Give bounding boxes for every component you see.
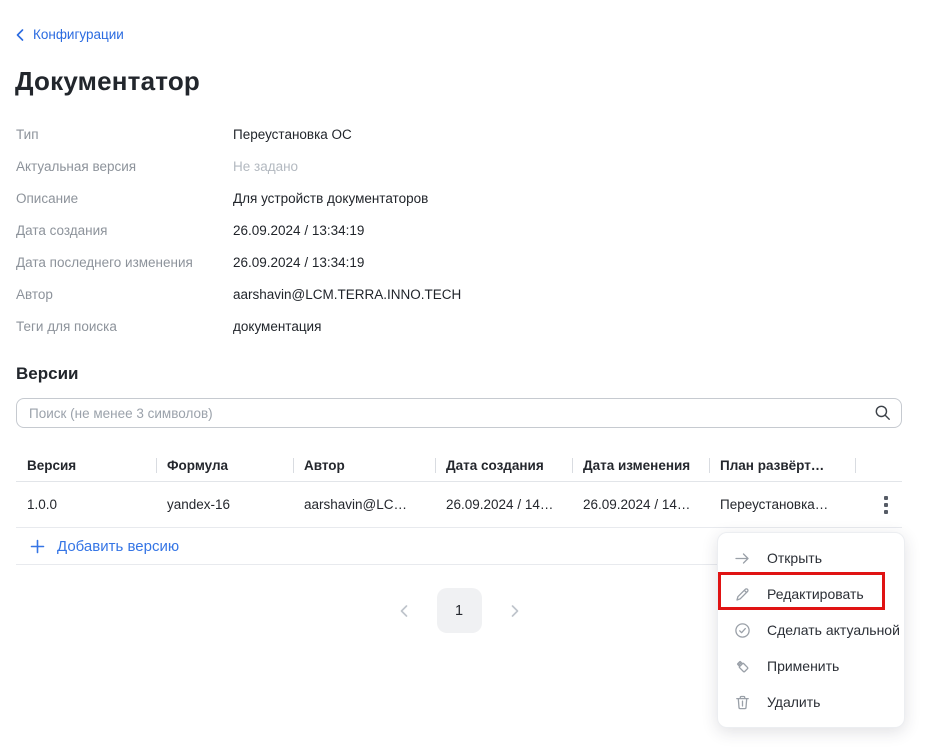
detail-row: Авторaarshavin@LCM.TERRA.INNO.TECH	[16, 278, 902, 310]
table-cell: 26.09.2024 / 14…	[435, 497, 572, 512]
detail-value: aarshavin@LCM.TERRA.INNO.TECH	[233, 287, 461, 302]
pagination-prev-button[interactable]	[394, 600, 414, 622]
column-header[interactable]: Дата создания	[435, 450, 572, 481]
menu-item-edit[interactable]: Редактировать	[718, 576, 904, 612]
plus-icon	[30, 539, 45, 554]
open-arrow-icon	[734, 550, 751, 567]
column-header[interactable]: Версия	[16, 450, 156, 481]
detail-value: Переустановка ОС	[233, 127, 352, 142]
kebab-menu-icon[interactable]	[878, 490, 894, 520]
column-header-actions	[855, 450, 902, 481]
detail-row: ОписаниеДля устройств документаторов	[16, 182, 902, 214]
detail-value: 26.09.2024 / 13:34:19	[233, 255, 364, 270]
detail-value: 26.09.2024 / 13:34:19	[233, 223, 364, 238]
table-row[interactable]: 1.0.0yandex-16aarshavin@LC…26.09.2024 / …	[16, 482, 902, 528]
detail-row: Дата создания26.09.2024 / 13:34:19	[16, 214, 902, 246]
detail-row: Дата последнего изменения26.09.2024 / 13…	[16, 246, 902, 278]
versions-table-body: 1.0.0yandex-16aarshavin@LC…26.09.2024 / …	[16, 482, 902, 528]
table-cell-actions	[855, 490, 902, 520]
table-cell: Переустановка…	[709, 497, 855, 512]
detail-row: Теги для поискадокументация	[16, 310, 902, 342]
detail-value: документация	[233, 319, 321, 334]
page-title: Документатор	[15, 66, 200, 97]
table-cell: aarshavin@LC…	[293, 497, 435, 512]
details-list: ТипПереустановка ОСАктуальная версияНе з…	[16, 118, 902, 342]
check-circle-icon	[734, 622, 751, 639]
chevron-left-icon	[16, 29, 24, 41]
search-bar	[16, 398, 902, 428]
context-menu: Открыть Редактировать Сделать актуальной Пр…	[717, 532, 905, 728]
detail-value: Не задано	[233, 159, 298, 174]
menu-item-label: Редактировать	[767, 586, 864, 602]
menu-item-label: Применить	[767, 658, 839, 674]
search-icon[interactable]	[874, 404, 891, 426]
detail-row: Актуальная версияНе задано	[16, 150, 902, 182]
column-header[interactable]: Формула	[156, 450, 293, 481]
detail-row: ТипПереустановка ОС	[16, 118, 902, 150]
column-header[interactable]: Дата изменения	[572, 450, 709, 481]
menu-item-label: Открыть	[767, 550, 822, 566]
detail-label: Описание	[16, 191, 233, 206]
menu-item-label: Сделать актуальной	[767, 622, 900, 638]
search-input[interactable]	[16, 398, 902, 428]
menu-item-open[interactable]: Открыть	[718, 540, 904, 576]
detail-label: Автор	[16, 287, 233, 302]
column-header[interactable]: Автор	[293, 450, 435, 481]
pagination-next-button[interactable]	[505, 600, 525, 622]
detail-label: Дата последнего изменения	[16, 255, 233, 270]
chevron-right-icon	[509, 604, 521, 618]
detail-label: Тип	[16, 127, 233, 142]
usb-drive-icon	[734, 658, 751, 675]
menu-item-label: Удалить	[767, 694, 820, 710]
column-header[interactable]: План развёрт…	[709, 450, 855, 481]
detail-value: Для устройств документаторов	[233, 191, 428, 206]
menu-item-apply[interactable]: Применить	[718, 648, 904, 684]
pencil-icon	[734, 586, 751, 603]
table-cell: 1.0.0	[16, 497, 156, 512]
detail-label: Дата создания	[16, 223, 233, 238]
menu-item-delete[interactable]: Удалить	[718, 684, 904, 720]
versions-heading: Версии	[16, 364, 78, 384]
detail-label: Теги для поиска	[16, 319, 233, 334]
versions-table-header: ВерсияФормулаАвторДата созданияДата изме…	[16, 450, 902, 482]
add-version-label: Добавить версию	[57, 538, 179, 555]
back-link-label: Конфигурации	[33, 27, 124, 42]
back-link[interactable]: Конфигурации	[16, 27, 124, 42]
table-cell: yandex-16	[156, 497, 293, 512]
menu-item-make-actual[interactable]: Сделать актуальной	[718, 612, 904, 648]
pagination-page-1[interactable]: 1	[437, 588, 482, 633]
detail-label: Актуальная версия	[16, 159, 233, 174]
chevron-left-icon	[398, 604, 410, 618]
table-cell: 26.09.2024 / 14…	[572, 497, 709, 512]
trash-icon	[734, 694, 751, 711]
